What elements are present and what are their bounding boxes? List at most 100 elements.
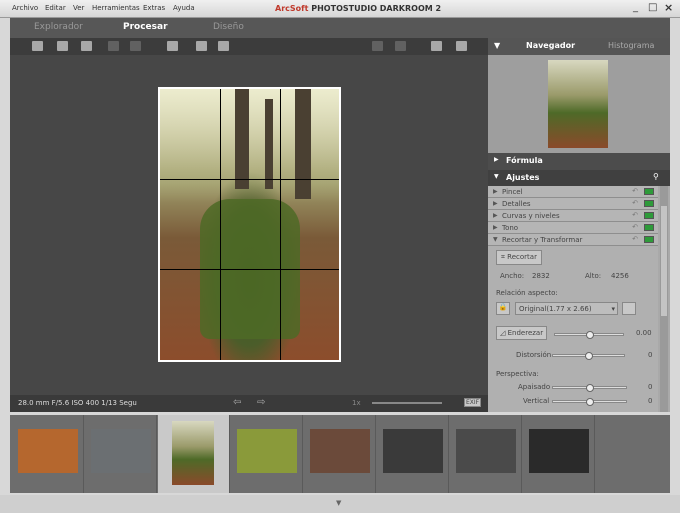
expand-icon: ▶ xyxy=(494,156,499,163)
ajustes-label: Ajustes xyxy=(506,173,540,182)
filmstrip-thumbnail[interactable] xyxy=(158,415,230,493)
previous-arrow-icon[interactable]: ⇦ xyxy=(233,397,241,408)
print-icon[interactable] xyxy=(81,41,92,51)
chevron-down-icon[interactable]: ▼ xyxy=(336,499,341,507)
fit-screen-icon[interactable] xyxy=(431,41,442,51)
flatten-slider[interactable] xyxy=(552,384,627,392)
compare-icon[interactable] xyxy=(372,41,383,51)
slider-knob[interactable] xyxy=(586,398,594,406)
reset-icon[interactable]: ↶ xyxy=(632,234,638,244)
crop-button-label: Recortar xyxy=(507,253,537,261)
image-canvas[interactable] xyxy=(10,55,488,395)
thumbnail-image xyxy=(237,429,297,473)
filmstrip-thumbnail[interactable] xyxy=(377,415,449,493)
menu-ver[interactable]: Ver xyxy=(73,4,84,12)
toggle[interactable] xyxy=(644,212,654,219)
adjust-row-pincel[interactable]: ▶ Pincel ↶ xyxy=(488,186,658,198)
aspect-select[interactable]: Original(1.77 x 2.66) ▾ xyxy=(515,302,618,315)
flatten-label: Apaisado xyxy=(518,383,551,391)
rotate-right-icon[interactable] xyxy=(218,41,229,51)
tab-explorador[interactable]: Explorador xyxy=(34,22,83,32)
aspect-value: Original(1.77 x 2.66) xyxy=(519,305,592,313)
collapse-icon[interactable]: ▼ xyxy=(494,41,500,50)
filmstrip-thumbnail[interactable] xyxy=(231,415,303,493)
chevron-down-icon: ▾ xyxy=(611,305,615,313)
zoom-slider[interactable] xyxy=(372,402,442,404)
slider-knob[interactable] xyxy=(585,352,593,360)
crop-panel: ⌗ Recortar Ancho: 2832 Alto: 4256 Relaci… xyxy=(488,246,658,412)
distortion-label: Distorsión xyxy=(516,351,552,359)
grid-icon[interactable] xyxy=(456,41,467,51)
save-icon[interactable] xyxy=(57,41,68,51)
filmstrip-thumbnail[interactable] xyxy=(85,415,157,493)
toggle[interactable] xyxy=(644,236,654,243)
tab-diseno[interactable]: Diseño xyxy=(213,22,244,32)
expand-icon: ▶ xyxy=(493,200,498,207)
menu-editar[interactable]: Editar xyxy=(45,4,66,12)
minimize-button[interactable]: _ xyxy=(633,2,638,13)
filmstrip-thumbnail[interactable] xyxy=(450,415,522,493)
adjust-row-recortar[interactable]: ▼ Recortar y Transformar ↶ xyxy=(488,234,658,246)
adjust-row-detalles[interactable]: ▶ Detalles ↶ xyxy=(488,198,658,210)
slider-knob[interactable] xyxy=(586,384,594,392)
navigator-thumbnail[interactable] xyxy=(548,60,608,148)
vertical-slider[interactable] xyxy=(552,398,627,406)
ajustes-header[interactable]: ▼ Ajustes ⚲ xyxy=(488,170,670,186)
menu-extras[interactable]: Extras xyxy=(143,4,165,12)
filmstrip-thumbnail[interactable] xyxy=(523,415,595,493)
import-icon[interactable] xyxy=(32,41,43,51)
menu-ayuda[interactable]: Ayuda xyxy=(173,4,195,12)
row-label: Pincel xyxy=(502,188,523,196)
tab-navegador[interactable]: Navegador xyxy=(526,41,575,50)
reset-icon[interactable]: ↶ xyxy=(632,210,638,220)
undo-icon[interactable] xyxy=(108,41,119,51)
toggle[interactable] xyxy=(644,188,654,195)
tab-histograma[interactable]: Histograma xyxy=(608,41,654,50)
reset-icon[interactable]: ↶ xyxy=(632,186,638,196)
thumbnail-image xyxy=(456,429,516,473)
straighten-slider[interactable] xyxy=(554,331,624,339)
filmstrip-thumbnail[interactable] xyxy=(12,415,84,493)
distortion-slider[interactable] xyxy=(552,352,625,360)
tab-procesar[interactable]: Procesar xyxy=(123,22,168,32)
rotate-left-icon[interactable] xyxy=(196,41,207,51)
search-icon[interactable]: ⚲ xyxy=(653,172,659,181)
collapse-icon: ▼ xyxy=(494,173,499,180)
redo-icon[interactable] xyxy=(130,41,141,51)
crop-button[interactable]: ⌗ Recortar xyxy=(496,250,542,265)
thumbnail-image xyxy=(172,421,214,485)
scrollbar[interactable] xyxy=(660,186,668,412)
height-value: 4256 xyxy=(611,272,629,280)
straighten-button[interactable]: ◿ Enderezar xyxy=(496,326,548,340)
navigator-area xyxy=(488,55,670,153)
rotate-aspect-icon[interactable] xyxy=(622,302,636,315)
adjust-row-tono[interactable]: ▶ Tono ↶ xyxy=(488,222,658,234)
toolbar xyxy=(10,38,488,55)
adjust-row-curvas[interactable]: ▶ Curvas y niveles ↶ xyxy=(488,210,658,222)
scrollbar-thumb[interactable] xyxy=(661,206,667,316)
menu-archivo[interactable]: Archivo xyxy=(12,4,38,12)
row-label: Detalles xyxy=(502,200,531,208)
thumbnail-image xyxy=(18,429,78,473)
maximize-button[interactable]: □ xyxy=(648,2,657,13)
formula-header[interactable]: ▶ Fórmula xyxy=(488,153,670,170)
zoom-level[interactable]: 1x xyxy=(352,399,361,407)
exif-info: 28.0 mm F/5.6 ISO 400 1/13 Segu xyxy=(18,399,137,407)
reset-icon[interactable]: ↶ xyxy=(632,222,638,232)
exif-button[interactable]: EXIF xyxy=(464,398,482,407)
revert-icon[interactable] xyxy=(167,41,178,51)
slider-knob[interactable] xyxy=(586,331,594,339)
before-after-icon[interactable] xyxy=(395,41,406,51)
toggle[interactable] xyxy=(644,200,654,207)
bottom-bar: ▼ xyxy=(0,495,680,513)
width-value: 2832 xyxy=(532,272,550,280)
next-arrow-icon[interactable]: ⇨ xyxy=(257,397,265,408)
toggle[interactable] xyxy=(644,224,654,231)
reset-icon[interactable]: ↶ xyxy=(632,198,638,208)
filmstrip-thumbnail[interactable] xyxy=(304,415,376,493)
photo-preview[interactable] xyxy=(158,87,341,362)
close-button[interactable]: × xyxy=(664,1,673,14)
lock-icon[interactable]: 🔒 xyxy=(496,302,510,315)
filmstrip xyxy=(10,415,670,493)
menu-herramientas[interactable]: Herramientas xyxy=(92,4,140,12)
